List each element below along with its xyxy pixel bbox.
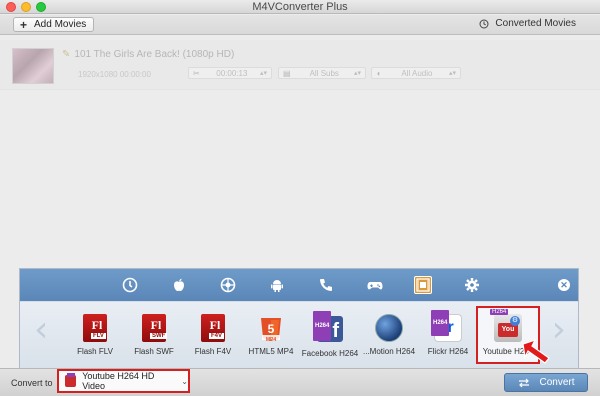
subtitle-value: All Subs bbox=[309, 68, 339, 78]
format-item[interactable]: Fl FLV Flash FLV bbox=[63, 314, 127, 356]
format-item[interactable]: frH264 Flickr H264 bbox=[416, 310, 480, 356]
movie-thumbnail bbox=[12, 48, 54, 84]
clock-icon[interactable] bbox=[121, 276, 139, 294]
movie-row[interactable]: ✎ 101 The Girls Are Back! (1080p HD) 192… bbox=[0, 40, 600, 90]
format-tag: MP4 bbox=[265, 337, 277, 343]
format-label: Flickr H264 bbox=[427, 347, 469, 356]
format-item[interactable]: ...Motion H264 bbox=[357, 314, 421, 356]
format-panel: ✕ ‹ Fl FLV Flash FLV Fl SWF Flash SWF Fl F4… bbox=[19, 268, 579, 368]
chevron-down-icon: ⌄ bbox=[181, 376, 188, 386]
window-title: M4VConverter Plus bbox=[252, 1, 348, 13]
flash-icon: Fl FLV bbox=[83, 314, 107, 342]
phone-icon[interactable] bbox=[317, 276, 335, 294]
movie-title-text: 101 The Girls Are Back! (1080p HD) bbox=[74, 49, 235, 60]
flickr-icon: frH264 bbox=[431, 310, 462, 342]
plus-icon: + bbox=[20, 17, 28, 32]
subtitle-icon: ▤ bbox=[283, 68, 291, 78]
movie-title: ✎ 101 The Girls Are Back! (1080p HD) bbox=[62, 49, 234, 60]
apple-icon[interactable] bbox=[170, 276, 188, 294]
format-tag: H264 bbox=[431, 310, 450, 336]
format-tag: H264 bbox=[490, 309, 509, 315]
chevron-icon: ▴▾ bbox=[259, 70, 267, 77]
settings-icon[interactable]: ⚙ bbox=[510, 316, 520, 326]
svg-text:5: 5 bbox=[268, 322, 275, 336]
convert-label: Convert bbox=[539, 377, 575, 388]
format-item[interactable]: 5 MP4 HTML5 MP4 bbox=[239, 314, 303, 356]
format-item[interactable]: Fl F4V Flash F4V bbox=[181, 314, 245, 356]
format-label: Flash FLV bbox=[77, 347, 113, 356]
format-label: ...Motion H264 bbox=[362, 347, 416, 356]
category-bar: ✕ bbox=[20, 269, 578, 301]
format-list: ‹ Fl FLV Flash FLV Fl SWF Flash SWF Fl F4V … bbox=[20, 302, 578, 368]
flash-icon: Fl SWF bbox=[142, 314, 168, 342]
output-format-select[interactable]: Youtube H264 HD Video ⌄ bbox=[57, 369, 190, 393]
convert-button[interactable]: Convert bbox=[504, 373, 588, 392]
converted-movies-button[interactable]: Converted Movies bbox=[479, 18, 576, 29]
pointer-arrow-icon bbox=[522, 338, 550, 364]
time-value: 00:00:13 bbox=[216, 68, 248, 78]
gear-icon[interactable] bbox=[463, 276, 481, 294]
format-item[interactable]: Fl SWF Flash SWF bbox=[122, 314, 186, 356]
app-window: M4VConverter Plus + Add Movies Converted… bbox=[0, 0, 600, 396]
output-format-value: Youtube H264 HD Video bbox=[82, 371, 155, 391]
pencil-icon: ✎ bbox=[62, 49, 71, 60]
audio-value: All Audio bbox=[401, 68, 433, 78]
flash-icon: Fl F4V bbox=[201, 314, 225, 342]
youtube-icon: H264 You ⚙ bbox=[490, 309, 522, 342]
convert-icon bbox=[519, 378, 530, 387]
format-item[interactable]: f H264 Facebook H264 bbox=[298, 311, 362, 358]
bottom-bar: Convert to Youtube H264 HD Video ⌄ Conve… bbox=[0, 368, 600, 396]
film-icon[interactable] bbox=[414, 276, 432, 294]
movie-meta: 1920x1080 00:00:00 bbox=[78, 70, 151, 79]
facebook-icon: f H264 bbox=[313, 311, 343, 342]
audio-icon: ◖ bbox=[376, 68, 381, 78]
converted-movies-label: Converted Movies bbox=[495, 18, 576, 29]
format-tag: SWF bbox=[150, 333, 168, 339]
format-tag: H264 bbox=[313, 311, 332, 341]
subtitle-select[interactable]: ▤ All Subs ▴▾ bbox=[278, 67, 366, 79]
time-select[interactable]: ✂ 00:00:13 ▴▾ bbox=[188, 67, 272, 79]
format-tag: FLV bbox=[91, 333, 106, 339]
chevron-icon: ▴▾ bbox=[448, 70, 456, 77]
convert-to-label: Convert to bbox=[11, 378, 53, 388]
scissors-icon: ✂ bbox=[193, 68, 200, 78]
chevron-left-icon[interactable]: ‹ bbox=[34, 312, 48, 348]
close-panel-icon[interactable]: ✕ bbox=[558, 279, 570, 291]
format-label: Flash F4V bbox=[194, 347, 232, 356]
youtube-icon bbox=[65, 373, 77, 387]
gamepad-icon[interactable] bbox=[366, 276, 384, 294]
audio-select[interactable]: ◖ All Audio ▴▾ bbox=[371, 67, 461, 79]
chevron-icon: ▴▾ bbox=[353, 70, 361, 77]
format-label: Facebook H264 bbox=[301, 349, 359, 358]
format-tag: F4V bbox=[209, 333, 225, 339]
movie-list: ✎ 101 The Girls Are Back! (1080p HD) 192… bbox=[0, 36, 600, 268]
format-label: Flash SWF bbox=[134, 347, 174, 356]
title-bar: M4VConverter Plus bbox=[0, 0, 600, 14]
format-label: HTML5 MP4 bbox=[248, 347, 294, 356]
chevron-right-icon[interactable]: › bbox=[552, 312, 566, 348]
add-movies-label: Add Movies bbox=[34, 19, 87, 30]
add-movies-button[interactable]: + Add Movies bbox=[13, 17, 94, 32]
playstation-icon[interactable] bbox=[219, 276, 237, 294]
history-icon bbox=[479, 19, 489, 28]
toolbar: + Add Movies Converted Movies bbox=[0, 15, 600, 35]
dailymotion-icon bbox=[375, 314, 403, 342]
android-icon[interactable] bbox=[268, 276, 286, 294]
